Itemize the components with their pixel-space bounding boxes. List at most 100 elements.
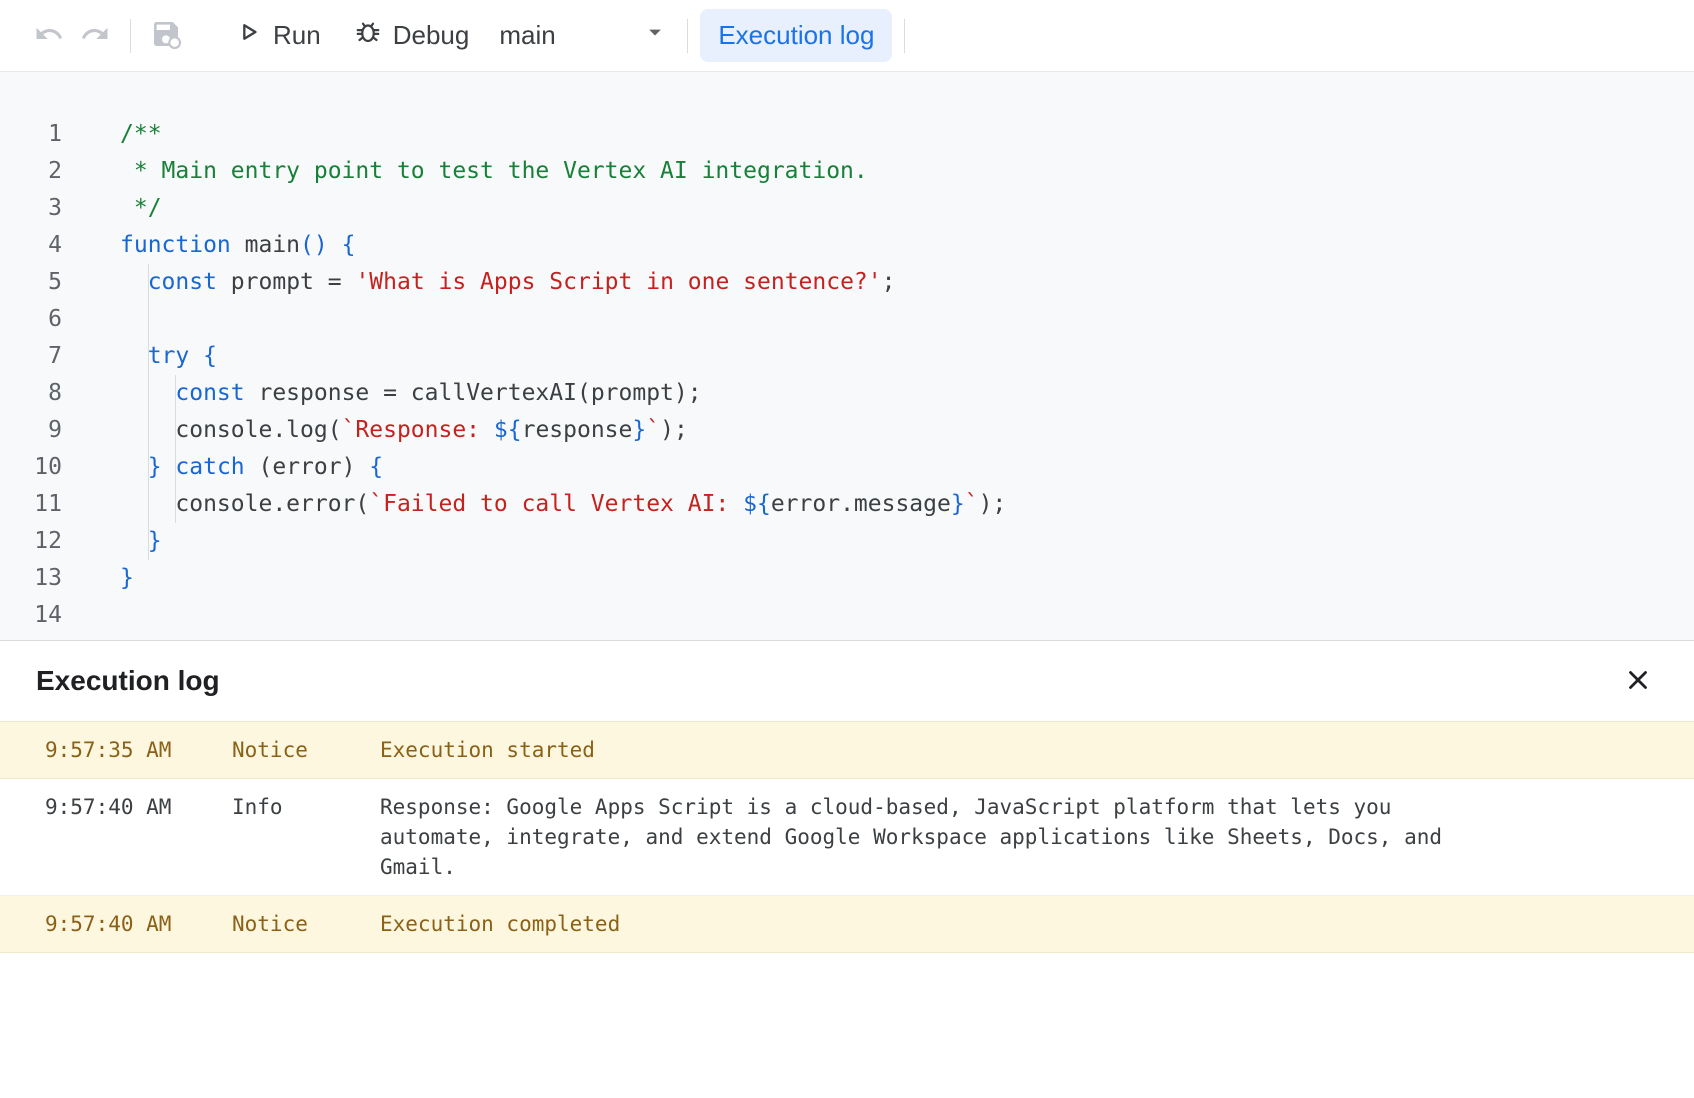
execution-log-header: Execution log bbox=[0, 641, 1694, 721]
log-level: Info bbox=[232, 792, 380, 822]
code-lines[interactable]: /** * Main entry point to test the Verte… bbox=[120, 116, 1694, 640]
function-selector-value: main bbox=[499, 20, 555, 51]
code-token: ${ bbox=[494, 417, 522, 443]
code-token: main bbox=[231, 232, 300, 258]
log-entry: 9:57:40 AMInfoResponse: Google Apps Scri… bbox=[0, 779, 1694, 896]
close-icon bbox=[1623, 665, 1653, 698]
code-token: ); bbox=[660, 417, 688, 443]
code-token: `Response: bbox=[342, 417, 494, 443]
code-line[interactable]: const response = callVertexAI(prompt); bbox=[120, 375, 1694, 412]
code-token: prompt = bbox=[217, 269, 355, 295]
line-number[interactable]: 4 bbox=[0, 227, 62, 264]
run-button[interactable]: Run bbox=[219, 10, 337, 61]
code-token: try bbox=[148, 343, 190, 369]
code-line[interactable]: try { bbox=[120, 338, 1694, 375]
toolbar: Run Debug main Execution log bbox=[0, 0, 1694, 72]
log-message: Execution started bbox=[380, 735, 595, 765]
log-message: Response: Google Apps Script is a cloud-… bbox=[380, 792, 1480, 882]
log-entry: 9:57:35 AMNoticeExecution started bbox=[0, 721, 1694, 779]
toolbar-divider bbox=[130, 19, 131, 53]
line-number[interactable]: 7 bbox=[0, 338, 62, 375]
code-line[interactable] bbox=[120, 597, 1694, 634]
execution-log-button[interactable]: Execution log bbox=[700, 9, 892, 62]
code-line[interactable]: function main() { bbox=[120, 227, 1694, 264]
code-token: * Main entry point to test the Vertex AI… bbox=[120, 158, 868, 184]
line-number[interactable]: 2 bbox=[0, 153, 62, 190]
run-button-label: Run bbox=[273, 20, 321, 51]
function-selector[interactable]: main bbox=[485, 10, 675, 61]
code-token bbox=[189, 343, 203, 369]
log-time: 9:57:40 AM bbox=[0, 792, 232, 822]
code-token: } bbox=[148, 454, 162, 480]
line-number[interactable]: 13 bbox=[0, 560, 62, 597]
code-token: console.log( bbox=[120, 417, 342, 443]
code-token: function bbox=[120, 232, 231, 258]
code-token: /** bbox=[120, 121, 162, 147]
code-token: 'What is Apps Script in one sentence?' bbox=[355, 269, 881, 295]
code-token: (error) bbox=[245, 454, 370, 480]
line-number[interactable]: 6 bbox=[0, 301, 62, 338]
execution-log-panel: Execution log 9:57:35 AMNoticeExecution … bbox=[0, 640, 1694, 1098]
debug-button-label: Debug bbox=[393, 20, 470, 51]
code-token: } bbox=[148, 528, 162, 554]
code-token bbox=[162, 454, 176, 480]
line-number[interactable]: 5 bbox=[0, 264, 62, 301]
code-line[interactable]: } catch (error) { bbox=[120, 449, 1694, 486]
line-number[interactable]: 11 bbox=[0, 486, 62, 523]
save-button[interactable] bbox=[143, 13, 189, 59]
code-token: } bbox=[951, 491, 965, 517]
line-number[interactable]: 1 bbox=[0, 116, 62, 153]
code-token: `Failed to call Vertex AI: bbox=[369, 491, 743, 517]
code-token: error.message bbox=[771, 491, 951, 517]
code-line[interactable]: /** bbox=[120, 116, 1694, 153]
save-icon bbox=[150, 18, 182, 53]
log-time: 9:57:40 AM bbox=[0, 909, 232, 939]
indent-guide bbox=[148, 264, 149, 560]
debug-button[interactable]: Debug bbox=[337, 9, 486, 62]
redo-icon bbox=[80, 19, 110, 52]
indent-guide bbox=[175, 375, 176, 523]
code-line[interactable]: const prompt = 'What is Apps Script in o… bbox=[120, 264, 1694, 301]
line-number-gutter: 1234567891011121314 bbox=[0, 116, 62, 640]
line-number[interactable]: 8 bbox=[0, 375, 62, 412]
code-line[interactable]: * Main entry point to test the Vertex AI… bbox=[120, 153, 1694, 190]
code-token: } bbox=[120, 565, 134, 591]
log-entry: 9:57:40 AMNoticeExecution completed bbox=[0, 896, 1694, 953]
code-token: catch bbox=[175, 454, 244, 480]
code-token: { bbox=[203, 343, 217, 369]
code-token: ` bbox=[965, 491, 979, 517]
code-line[interactable] bbox=[120, 301, 1694, 338]
play-icon bbox=[235, 18, 263, 53]
bug-icon bbox=[353, 17, 383, 54]
code-token bbox=[328, 232, 342, 258]
code-editor[interactable]: 1234567891011121314 /** * Main entry poi… bbox=[0, 72, 1694, 640]
code-token: const bbox=[175, 380, 244, 406]
code-token bbox=[120, 343, 148, 369]
code-token: ; bbox=[882, 269, 896, 295]
line-number[interactable]: 10 bbox=[0, 449, 62, 486]
code-line[interactable]: console.log(`Response: ${response}`); bbox=[120, 412, 1694, 449]
code-token: const bbox=[148, 269, 217, 295]
line-number[interactable]: 12 bbox=[0, 523, 62, 560]
undo-icon bbox=[34, 19, 64, 52]
code-token: ); bbox=[979, 491, 1007, 517]
code-line[interactable]: } bbox=[120, 523, 1694, 560]
redo-button[interactable] bbox=[72, 13, 118, 59]
code-line[interactable]: console.error(`Failed to call Vertex AI:… bbox=[120, 486, 1694, 523]
log-level: Notice bbox=[232, 909, 380, 939]
line-number[interactable]: 3 bbox=[0, 190, 62, 227]
code-token: { bbox=[369, 454, 383, 480]
code-line[interactable]: } bbox=[120, 560, 1694, 597]
line-number[interactable]: 14 bbox=[0, 597, 62, 634]
code-token: { bbox=[342, 232, 356, 258]
chevron-down-icon bbox=[641, 18, 669, 53]
log-level: Notice bbox=[232, 735, 380, 765]
toolbar-divider bbox=[904, 19, 905, 53]
code-token: response bbox=[522, 417, 633, 443]
close-button[interactable] bbox=[1616, 659, 1660, 703]
line-number[interactable]: 9 bbox=[0, 412, 62, 449]
code-line[interactable]: */ bbox=[120, 190, 1694, 227]
code-token bbox=[120, 454, 148, 480]
undo-button[interactable] bbox=[26, 13, 72, 59]
log-entries: 9:57:35 AMNoticeExecution started9:57:40… bbox=[0, 721, 1694, 953]
